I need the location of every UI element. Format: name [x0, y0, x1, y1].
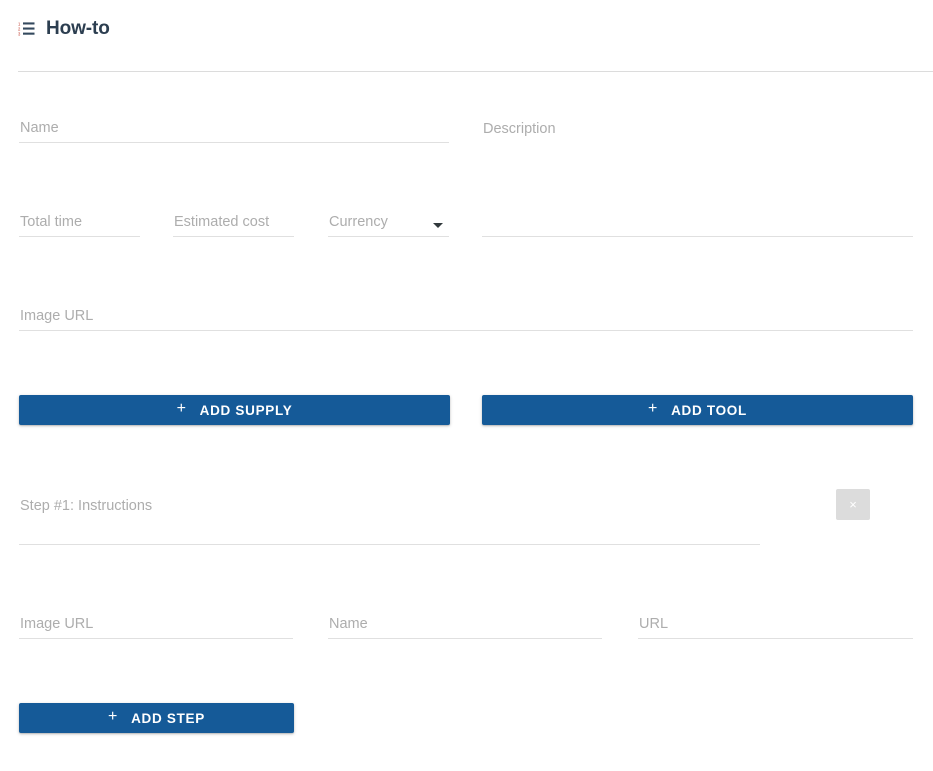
- step-name-field[interactable]: [328, 614, 602, 639]
- add-step-button[interactable]: + Add step: [19, 703, 294, 733]
- svg-text:3: 3: [18, 32, 21, 36]
- add-tool-button[interactable]: + Add tool: [482, 395, 913, 425]
- ordered-list-icon: 1 2 3: [18, 21, 35, 37]
- remove-step-button[interactable]: ×: [836, 489, 870, 520]
- page-header-content: 1 2 3 How-to: [0, 0, 933, 38]
- page-title: How-to: [46, 18, 110, 39]
- estimated-cost-field[interactable]: [173, 212, 294, 237]
- image-url-field[interactable]: [19, 306, 913, 331]
- currency-select[interactable]: Currency: [328, 212, 449, 237]
- step-instructions-field[interactable]: [19, 491, 760, 545]
- add-tool-label: Add tool: [671, 402, 747, 418]
- name-input[interactable]: [19, 118, 449, 143]
- plus-icon: +: [108, 708, 119, 725]
- step-name-input[interactable]: [328, 614, 602, 639]
- page-header: 1 2 3 How-to: [0, 0, 933, 72]
- total-time-input[interactable]: [19, 212, 140, 237]
- step-instructions-textarea[interactable]: [19, 491, 760, 545]
- step-image-url-input[interactable]: [19, 614, 293, 639]
- add-step-label: Add step: [131, 710, 205, 726]
- add-supply-button[interactable]: + Add supply: [19, 395, 450, 425]
- estimated-cost-input[interactable]: [173, 212, 294, 237]
- image-url-input[interactable]: [19, 306, 913, 331]
- total-time-field[interactable]: [19, 212, 140, 237]
- add-supply-label: Add supply: [199, 402, 293, 418]
- plus-icon: +: [176, 400, 187, 417]
- currency-select-field[interactable]: Currency: [328, 212, 449, 237]
- description-textarea[interactable]: [482, 114, 913, 237]
- step-url-field[interactable]: [638, 614, 913, 639]
- name-field[interactable]: [19, 118, 449, 143]
- header-divider: [18, 71, 933, 72]
- close-icon: ×: [849, 497, 857, 512]
- description-field[interactable]: [482, 114, 913, 237]
- plus-icon: +: [648, 400, 659, 417]
- step-url-input[interactable]: [638, 614, 913, 639]
- step-image-url-field[interactable]: [19, 614, 293, 639]
